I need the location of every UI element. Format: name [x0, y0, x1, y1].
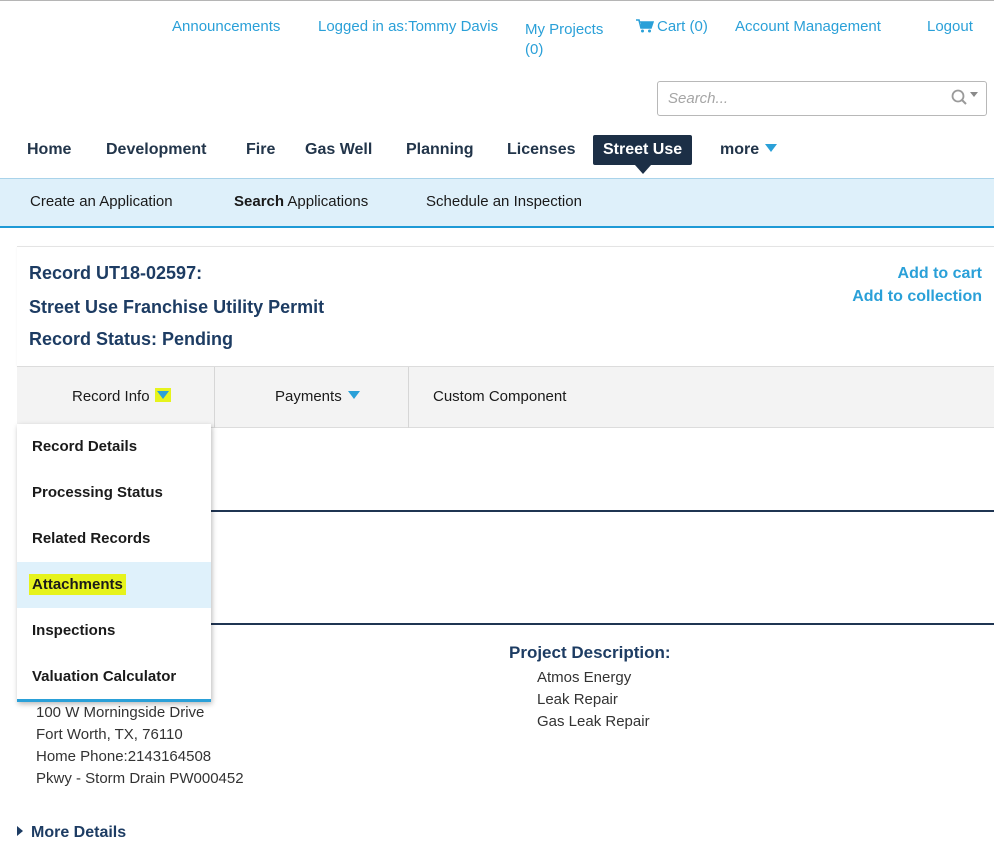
- search-applications-rest: Applications: [284, 193, 369, 210]
- record-number: Record UT18-02597:: [29, 263, 203, 283]
- nav-more-label: more: [720, 141, 760, 158]
- menu-item-record-details[interactable]: Record Details: [17, 424, 211, 470]
- more-details-label: More Details: [31, 824, 127, 841]
- chevron-right-icon: [17, 826, 23, 836]
- record-type: Street Use Franchise Utility Permit: [29, 297, 325, 317]
- project-line: Gas Leak Repair: [537, 713, 650, 730]
- menu-item-processing-status[interactable]: Processing Status: [17, 470, 211, 516]
- record-tabs: Record Info Payments Custom Component: [17, 366, 994, 428]
- cart-link[interactable]: Cart (0): [636, 18, 708, 35]
- record-info-dropdown: Record Details Processing Status Related…: [17, 424, 211, 702]
- logout-link[interactable]: Logout: [927, 18, 973, 35]
- applicant-phone: Home Phone:2143164508: [36, 748, 212, 765]
- chevron-down-icon: [347, 391, 360, 399]
- menu-item-valuation-calculator[interactable]: Valuation Calculator: [17, 654, 211, 700]
- menu-item-attachments[interactable]: Attachments: [17, 562, 211, 608]
- add-to-collection-link[interactable]: Add to collection: [852, 288, 982, 306]
- section-divider: [210, 510, 994, 512]
- cart-label: Cart (0): [657, 18, 708, 35]
- account-management-link[interactable]: Account Management: [735, 18, 881, 35]
- nav-fire[interactable]: Fire: [246, 135, 275, 165]
- nav-gas-well[interactable]: Gas Well: [305, 135, 372, 165]
- top-border: [0, 0, 994, 1]
- project-description-title: Project Description:: [509, 643, 671, 662]
- sub-nav: Create an Application Search Application…: [0, 178, 994, 228]
- tab-custom-component[interactable]: Custom Component: [433, 367, 566, 428]
- tab-divider: [408, 367, 409, 428]
- add-to-cart-link[interactable]: Add to cart: [898, 265, 982, 283]
- tab-record-info-label: Record Info: [72, 388, 150, 405]
- project-line: Leak Repair: [537, 691, 618, 708]
- my-projects-label: My Projects: [525, 21, 604, 38]
- schedule-inspection-link[interactable]: Schedule an Inspection: [426, 193, 582, 210]
- menu-item-attachments-label: Attachments: [29, 574, 126, 595]
- logged-in-label[interactable]: Logged in as:Tommy Davis: [318, 18, 498, 35]
- menu-item-related-records[interactable]: Related Records: [17, 516, 211, 562]
- project-description: Project Description: Atmos Energy Leak R…: [509, 643, 671, 733]
- search-input[interactable]: [658, 82, 938, 115]
- nav-licenses[interactable]: Licenses: [507, 135, 575, 165]
- applicant-address2: Fort Worth, TX, 76110: [36, 726, 183, 743]
- nav-planning[interactable]: Planning: [406, 135, 474, 165]
- chevron-down-icon: [765, 144, 778, 152]
- cart-icon: [636, 19, 654, 33]
- tab-divider: [214, 367, 215, 428]
- search-applications-bold: Search: [234, 193, 285, 210]
- my-projects-count: (0): [525, 41, 544, 58]
- chevron-down-icon: [154, 388, 171, 402]
- applicant-extra: Pkwy - Storm Drain PW000452: [36, 770, 244, 787]
- nav-street-use[interactable]: Street Use: [593, 135, 693, 174]
- announcements-link[interactable]: Announcements: [172, 18, 280, 35]
- search-applications-link[interactable]: Search Applications: [234, 193, 368, 210]
- nav-development[interactable]: Development: [106, 135, 206, 165]
- my-projects-link[interactable]: My Projects (0): [525, 20, 603, 60]
- main-nav: Home Development Fire Gas Well Planning …: [0, 124, 994, 176]
- menu-item-inspections[interactable]: Inspections: [17, 608, 211, 654]
- search-box: [657, 81, 987, 116]
- tab-payments[interactable]: Payments: [275, 367, 360, 428]
- record-status: Record Status: Pending: [29, 329, 234, 349]
- create-application-link[interactable]: Create an Application: [30, 193, 173, 210]
- search-icon[interactable]: [950, 88, 980, 108]
- nav-more[interactable]: more: [720, 135, 778, 165]
- more-details-toggle[interactable]: More Details: [17, 824, 126, 842]
- section-divider: [210, 623, 994, 625]
- applicant-info: ATMOS ENERGY 100 W Morningside Drive For…: [36, 690, 244, 790]
- project-line: Atmos Energy: [537, 669, 632, 686]
- top-links-bar: Announcements Logged in as:Tommy Davis M…: [0, 18, 994, 68]
- tab-record-info[interactable]: Record Info: [72, 367, 171, 428]
- record-header: Record UT18-02597: Street Use Franchise …: [17, 246, 994, 366]
- nav-home[interactable]: Home: [27, 135, 71, 165]
- tab-payments-label: Payments: [275, 388, 342, 405]
- applicant-address1: 100 W Morningside Drive: [36, 704, 205, 721]
